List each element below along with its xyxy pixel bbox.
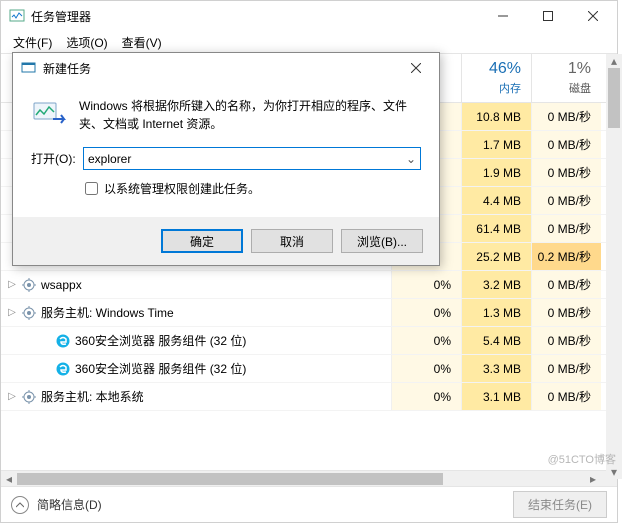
memory-cell: 10.8 MB (461, 103, 531, 130)
admin-checkbox-label: 以系统管理权限创建此任务。 (104, 180, 260, 197)
table-row[interactable]: 360安全浏览器 服务组件 (32 位) 0%3.3 MB0 MB/秒 (1, 355, 617, 383)
chevron-right-icon[interactable]: ▷ (7, 307, 17, 318)
dialog-titlebar: 新建任务 (13, 53, 439, 83)
chevron-down-icon[interactable]: ⌄ (403, 149, 419, 168)
disk-cell: 0 MB/秒 (531, 355, 601, 382)
menu-view[interactable]: 查看(V) (116, 32, 168, 53)
browse-button[interactable]: 浏览(B)... (341, 229, 423, 253)
cpu-cell: 0% (391, 299, 461, 326)
table-row[interactable]: 360安全浏览器 服务组件 (32 位) 0%5.4 MB0 MB/秒 (1, 327, 617, 355)
open-input[interactable] (83, 147, 421, 170)
open-combobox[interactable]: ⌄ (83, 147, 421, 170)
process-name: wsappx (41, 278, 82, 292)
cpu-cell: 0% (391, 327, 461, 354)
memory-cell: 25.2 MB (461, 243, 531, 270)
memory-cell: 3.1 MB (461, 383, 531, 410)
table-row[interactable]: ▷ wsappx 0%3.2 MB0 MB/秒 (1, 271, 617, 299)
cpu-cell: 0% (391, 383, 461, 410)
process-icon (21, 277, 37, 293)
disk-cell: 0.2 MB/秒 (531, 243, 601, 270)
new-task-dialog: 新建任务 Windows 将根据你所键入的名称，为你打开相应的程序、文件夹、文档… (12, 52, 440, 266)
dialog-body: Windows 将根据你所键入的名称，为你打开相应的程序、文件夹、文档或 Int… (13, 83, 439, 217)
close-button[interactable] (570, 2, 615, 30)
process-name: 服务主机: Windows Time (41, 304, 174, 321)
horizontal-scrollbar[interactable]: ◂ ▸ (1, 470, 617, 486)
h-scroll-thumb[interactable] (17, 473, 443, 485)
process-icon (21, 305, 37, 321)
disk-cell: 0 MB/秒 (531, 299, 601, 326)
footer: 简略信息(D) 结束任务(E) (1, 486, 617, 522)
memory-cell: 1.7 MB (461, 131, 531, 158)
minimize-button[interactable] (480, 2, 525, 30)
dialog-buttons: 确定 取消 浏览(B)... (13, 217, 439, 265)
menu-options[interactable]: 选项(O) (60, 32, 113, 53)
end-task-button[interactable]: 结束任务(E) (513, 491, 607, 518)
header-disk[interactable]: 1% 磁盘 (531, 54, 601, 102)
admin-checkbox[interactable] (85, 182, 98, 195)
process-name: 360安全浏览器 服务组件 (32 位) (75, 332, 246, 349)
memory-cell: 1.9 MB (461, 159, 531, 186)
dialog-title: 新建任务 (43, 60, 399, 77)
scroll-down-icon[interactable]: ▾ (606, 465, 622, 479)
header-memory[interactable]: 46% 内存 (461, 54, 531, 102)
chevron-right-icon[interactable]: ▷ (7, 391, 17, 402)
process-icon (55, 361, 71, 377)
vertical-scrollbar[interactable]: ▴ ▾ (606, 54, 622, 479)
memory-cell: 61.4 MB (461, 215, 531, 242)
memory-cell: 4.4 MB (461, 187, 531, 214)
process-name: 服务主机: 本地系统 (41, 388, 144, 405)
process-name: 360安全浏览器 服务组件 (32 位) (75, 360, 246, 377)
app-icon (9, 8, 25, 24)
disk-cell: 0 MB/秒 (531, 103, 601, 130)
table-row[interactable]: ▷ 服务主机: 本地系统 0%3.1 MB0 MB/秒 (1, 383, 617, 411)
chevron-right-icon[interactable]: ▷ (7, 279, 17, 290)
cancel-button[interactable]: 取消 (251, 229, 333, 253)
disk-cell: 0 MB/秒 (531, 271, 601, 298)
process-icon (21, 389, 37, 405)
cpu-cell: 0% (391, 271, 461, 298)
cpu-cell: 0% (391, 355, 461, 382)
disk-cell: 0 MB/秒 (531, 383, 601, 410)
memory-cell: 3.2 MB (461, 271, 531, 298)
memory-cell: 1.3 MB (461, 299, 531, 326)
disk-cell: 0 MB/秒 (531, 131, 601, 158)
disk-cell: 0 MB/秒 (531, 159, 601, 186)
titlebar: 任务管理器 (1, 1, 617, 31)
dialog-close-button[interactable] (399, 56, 433, 80)
memory-cell: 5.4 MB (461, 327, 531, 354)
v-scroll-thumb[interactable] (608, 68, 620, 128)
disk-cell: 0 MB/秒 (531, 215, 601, 242)
menubar: 文件(F) 选项(O) 查看(V) (1, 31, 617, 53)
window-title: 任务管理器 (31, 8, 480, 25)
open-label: 打开(O): (31, 150, 77, 167)
expand-up-icon[interactable] (11, 496, 29, 514)
watermark: @51CTO博客 (548, 451, 616, 467)
scroll-right-icon[interactable]: ▸ (585, 472, 601, 486)
brief-info-label[interactable]: 简略信息(D) (37, 496, 505, 513)
ok-button[interactable]: 确定 (161, 229, 243, 253)
memory-cell: 3.3 MB (461, 355, 531, 382)
scroll-up-icon[interactable]: ▴ (606, 54, 622, 68)
scroll-left-icon[interactable]: ◂ (1, 472, 17, 486)
run-icon (31, 97, 67, 129)
menu-file[interactable]: 文件(F) (7, 32, 58, 53)
dialog-icon (21, 60, 37, 76)
maximize-button[interactable] (525, 2, 570, 30)
process-icon (55, 333, 71, 349)
disk-cell: 0 MB/秒 (531, 327, 601, 354)
dialog-message: Windows 将根据你所键入的名称，为你打开相应的程序、文件夹、文档或 Int… (79, 97, 421, 133)
table-row[interactable]: ▷ 服务主机: Windows Time 0%1.3 MB0 MB/秒 (1, 299, 617, 327)
disk-cell: 0 MB/秒 (531, 187, 601, 214)
